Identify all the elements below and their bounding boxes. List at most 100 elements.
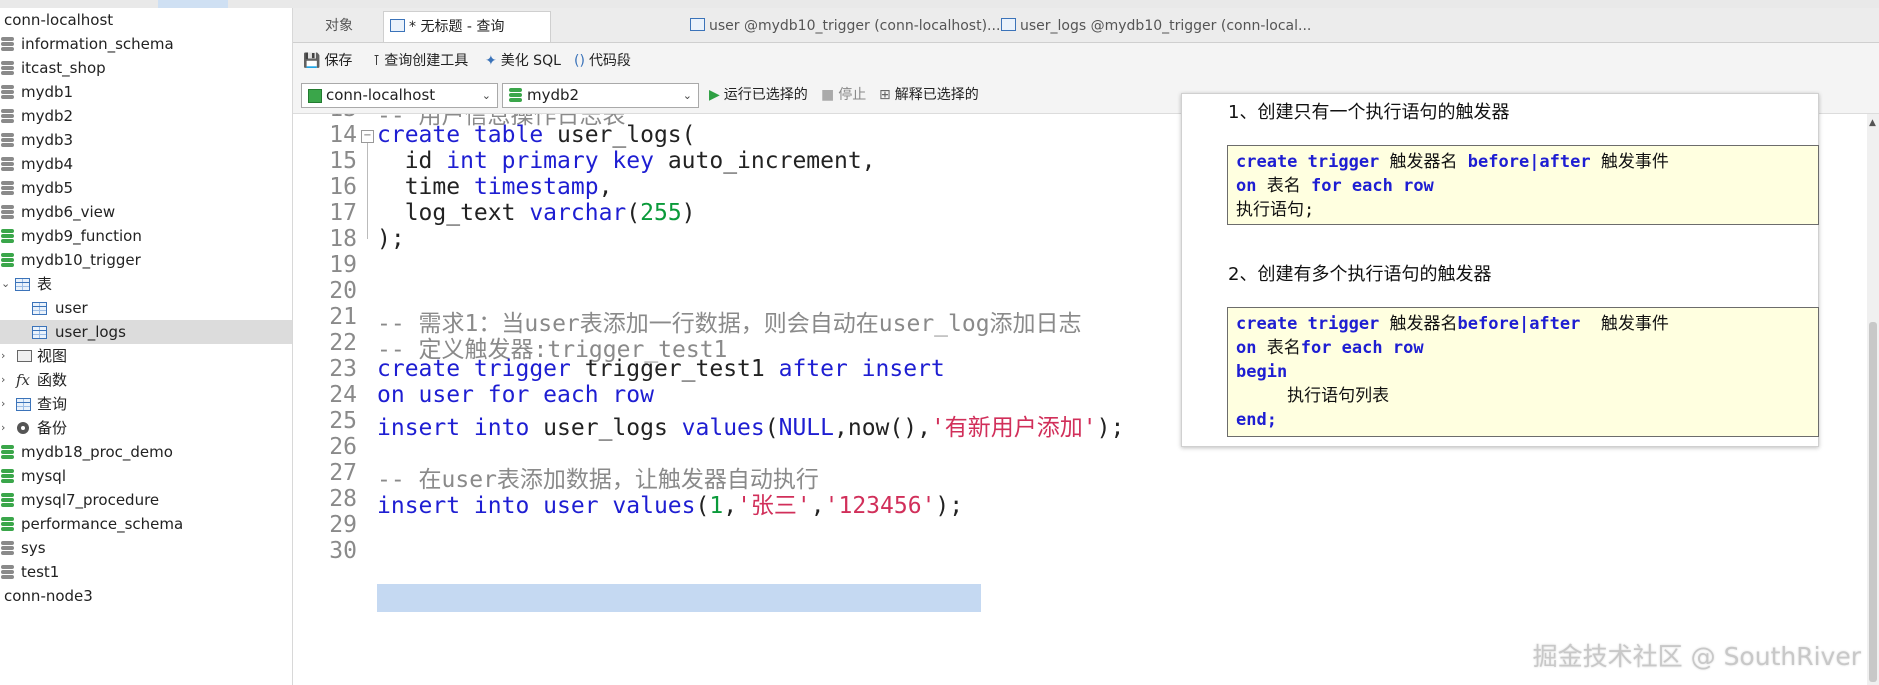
line-number: 15 <box>329 148 357 174</box>
tab-user-table[interactable]: user @mydb10_trigger (conn-localhost)... <box>690 11 1000 41</box>
query-builder-label: 查询创建工具 <box>384 53 469 69</box>
wrench-icon: ⊺ <box>373 53 381 69</box>
chevron-down-icon[interactable]: ⌄ <box>1 272 10 296</box>
tree-db-information-schema[interactable]: information_schema <box>0 32 292 56</box>
tree-db-itcast-shop[interactable]: itcast_shop <box>0 56 292 80</box>
database-icon <box>1 469 14 484</box>
view-icon <box>17 350 32 362</box>
tree-item-label: test1 <box>21 563 60 581</box>
chevron-down-icon: ⌄ <box>682 89 692 102</box>
database-icon <box>1 517 14 532</box>
tree-db-mysql[interactable]: mysql <box>0 464 292 488</box>
fold-collapse-icon[interactable]: − <box>361 130 374 143</box>
query-builder-button[interactable]: ⊺ 查询创建工具 <box>373 51 468 71</box>
stop-label: 停止 <box>838 87 867 103</box>
database-icon <box>1 205 14 220</box>
line-number: 18 <box>329 226 357 252</box>
database-icon <box>1 541 14 556</box>
save-icon: 💾 <box>303 53 321 69</box>
tree-item-label: conn-localhost <box>4 11 114 29</box>
database-icon <box>1 445 14 460</box>
tree-item-label: information_schema <box>21 35 174 53</box>
connection-icon <box>308 89 322 103</box>
database-icon <box>1 181 14 196</box>
stop-icon: ■ <box>821 87 835 103</box>
tree-item-label: user <box>55 299 88 317</box>
menu-bar-selected-item[interactable] <box>158 0 228 8</box>
note-code-line: 执行语句列表 <box>1236 386 1390 406</box>
tab-user-logs-table[interactable]: user_logs @mydb10_trigger (conn-local... <box>1001 11 1311 41</box>
code-line-18: ); <box>377 226 405 252</box>
tree-db-mydb3[interactable]: mydb3 <box>0 128 292 152</box>
tree-db-mydb18-proc-demo[interactable]: mydb18_proc_demo <box>0 440 292 464</box>
tree-folder-views[interactable]: › 视图 <box>0 344 292 368</box>
magic-wand-icon: ✦ <box>485 53 497 69</box>
code-line-16: time timestamp, <box>377 174 613 200</box>
table-folder-icon <box>15 278 30 291</box>
tree-db-mydb2[interactable]: mydb2 <box>0 104 292 128</box>
tree-db-mydb10-trigger[interactable]: mydb10_trigger <box>0 248 292 272</box>
tree-db-mydb9-function[interactable]: mydb9_function <box>0 224 292 248</box>
tree-db-sys[interactable]: sys <box>0 536 292 560</box>
line-number: 17 <box>329 200 357 226</box>
chevron-right-icon[interactable]: › <box>1 368 5 392</box>
tab-label: * 无标题 - 查询 <box>409 19 505 35</box>
line-number: 19 <box>329 252 357 278</box>
line-number: 27 <box>329 460 357 486</box>
tree-table-user-logs[interactable]: user_logs <box>0 320 292 344</box>
database-select[interactable]: mydb2 ⌄ <box>502 83 699 108</box>
scroll-up-arrow-icon[interactable]: ▲ <box>1869 118 1876 128</box>
tree-item-label: mydb9_function <box>21 227 142 245</box>
tree-db-mydb5[interactable]: mydb5 <box>0 176 292 200</box>
tree-folder-tables[interactable]: ⌄ 表 <box>0 272 292 296</box>
tree-folder-queries[interactable]: › 查询 <box>0 392 292 416</box>
save-button[interactable]: 💾 保存 <box>303 51 352 71</box>
code-line-25: insert into user_logs values(NULL,now(),… <box>377 415 1125 441</box>
database-icon <box>1 157 14 172</box>
tab-objects[interactable]: 对象 <box>325 11 353 41</box>
note-code-line: end; <box>1236 410 1277 430</box>
tree-db-mydb6-view[interactable]: mydb6_view <box>0 200 292 224</box>
scrollbar-thumb[interactable] <box>1869 322 1877 682</box>
tree-item-label: 查询 <box>37 395 68 413</box>
tree-db-test1[interactable]: test1 <box>0 560 292 584</box>
tab-bar: 对象 * 无标题 - 查询 user @mydb10_trigger (conn… <box>293 8 1879 43</box>
beautify-sql-button[interactable]: ✦ 美化 SQL <box>485 51 561 71</box>
note-code-line: begin <box>1236 362 1288 382</box>
tree-item-label: mydb10_trigger <box>21 251 141 269</box>
database-select-value: mydb2 <box>527 86 580 104</box>
tree-db-mysql7-procedure[interactable]: mysql7_procedure <box>0 488 292 512</box>
table-icon <box>1001 18 1016 31</box>
tree-folder-backups[interactable]: › 备份 <box>0 416 292 440</box>
stop-button[interactable]: ■ 停止 <box>821 85 866 105</box>
tab-untitled-query[interactable]: * 无标题 - 查询 <box>383 11 551 42</box>
text-selection <box>377 584 981 612</box>
note-code-line: on 表名for each row <box>1236 338 1424 358</box>
editor-vertical-scrollbar[interactable]: ▲ <box>1867 114 1879 685</box>
line-number: 21 <box>329 304 357 330</box>
tree-connection-node3[interactable]: conn-node3 <box>0 584 292 608</box>
tree-table-user[interactable]: user <box>0 296 292 320</box>
note-code-box-2: create trigger 触发器名before|after 触发事件 on … <box>1227 307 1819 437</box>
tree-item-label: mydb3 <box>21 131 74 149</box>
chevron-right-icon[interactable]: › <box>1 344 5 368</box>
tree-connection-localhost[interactable]: conn-localhost <box>0 8 292 32</box>
chevron-right-icon[interactable]: › <box>1 416 5 440</box>
connection-select[interactable]: conn-localhost ⌄ <box>301 83 498 108</box>
run-selected-label: 运行已选择的 <box>723 87 808 103</box>
database-icon <box>1 565 14 580</box>
tree-folder-functions[interactable]: › fx 函数 <box>0 368 292 392</box>
line-number: 20 <box>329 278 357 304</box>
tree-db-performance-schema[interactable]: performance_schema <box>0 512 292 536</box>
code-snippet-button[interactable]: () 代码段 <box>574 51 631 71</box>
line-number: 22 <box>329 330 357 356</box>
chevron-right-icon[interactable]: › <box>1 392 5 416</box>
note-code-line: 执行语句; <box>1236 200 1315 220</box>
run-selected-button[interactable]: ▶ 运行已选择的 <box>709 85 808 105</box>
code-line-23: create trigger trigger_test1 after inser… <box>377 356 945 382</box>
explain-selected-button[interactable]: ⊞ 解释已选择的 <box>879 85 979 105</box>
tree-db-mydb1[interactable]: mydb1 <box>0 80 292 104</box>
database-icon <box>1 253 14 268</box>
tab-label: user_logs @mydb10_trigger (conn-local... <box>1020 18 1312 34</box>
tree-db-mydb4[interactable]: mydb4 <box>0 152 292 176</box>
